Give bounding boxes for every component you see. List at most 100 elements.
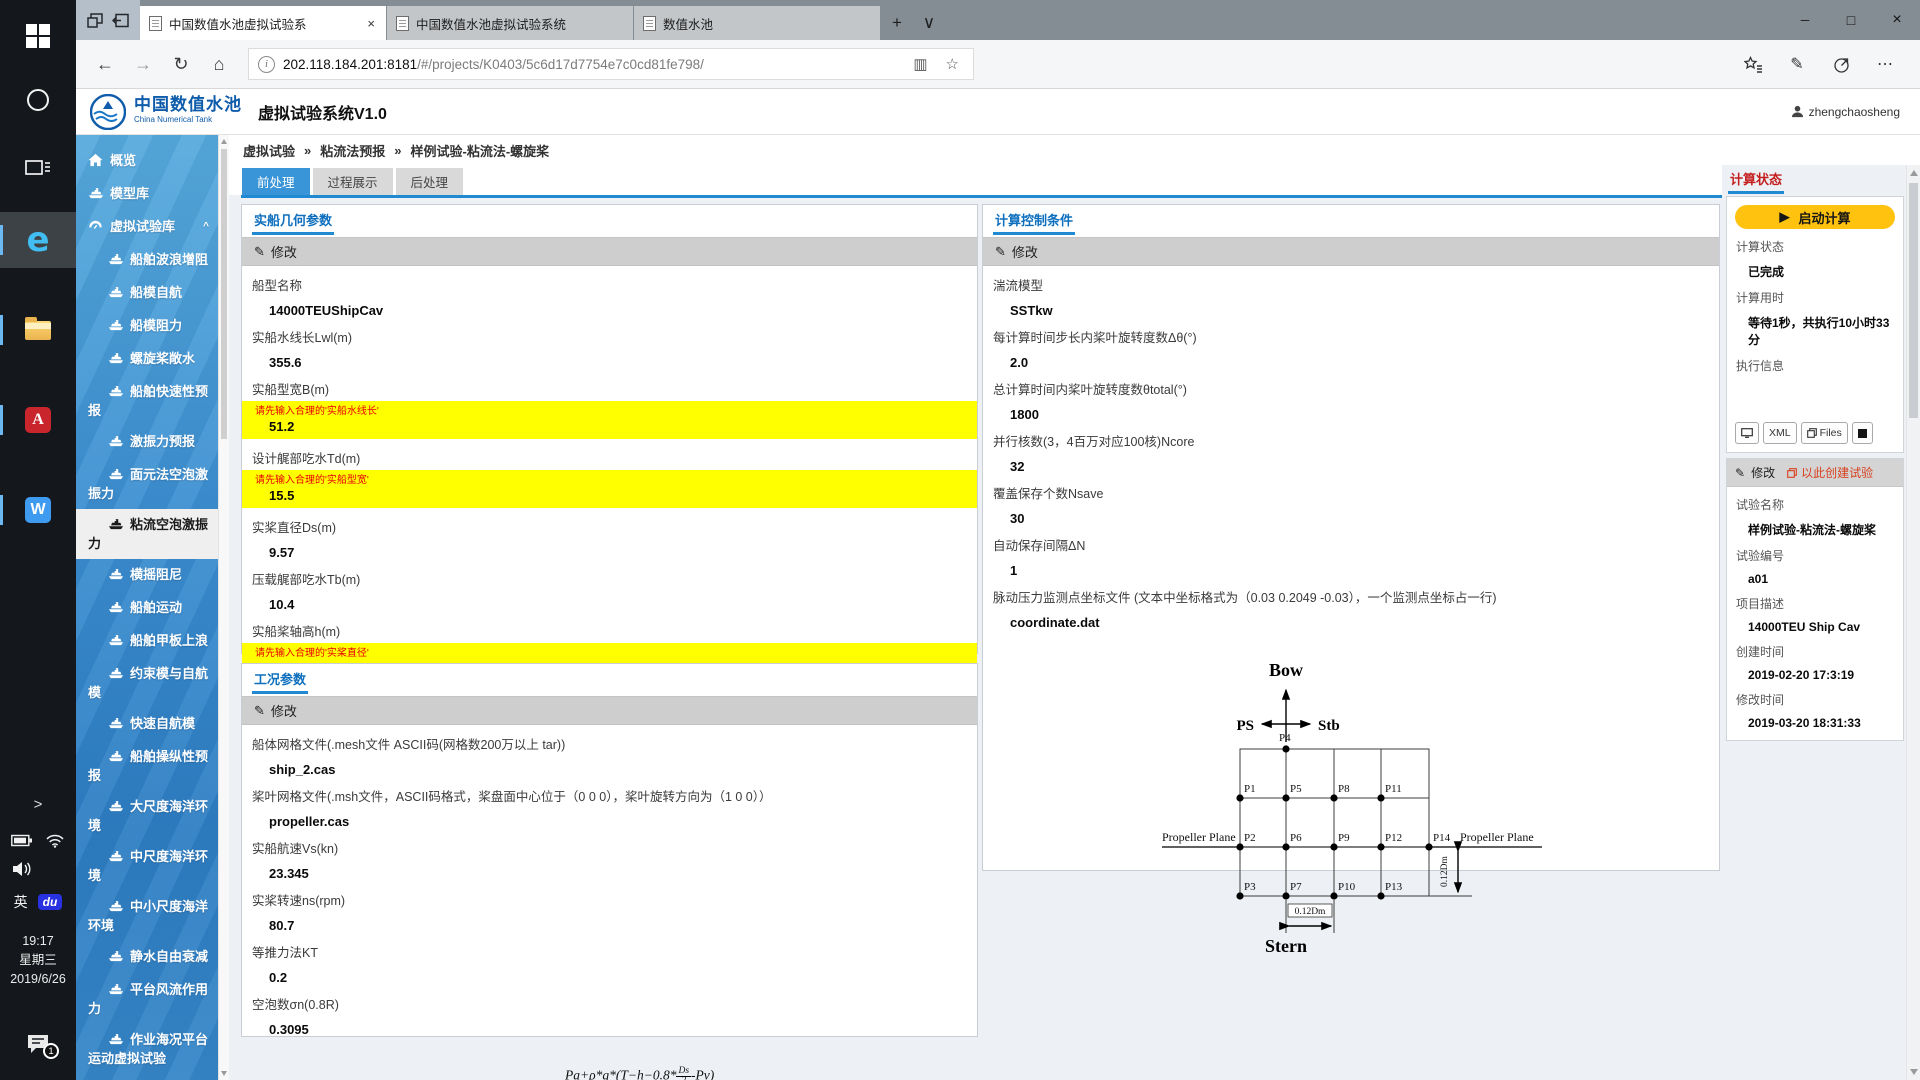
edit-button[interactable]: ✎ 修改 [1735, 464, 1775, 481]
breadcrumb-item[interactable]: 虚拟试验 [243, 141, 295, 160]
field-value[interactable]: 2.0 [1010, 355, 1709, 370]
sidebar-item[interactable]: 面元法空泡激振力 [76, 459, 218, 509]
breadcrumb-item[interactable]: 样例试验-粘流法-螺旋桨 [411, 141, 550, 160]
sidebar-item[interactable]: 船舶快速性预报 [76, 376, 218, 426]
field-value[interactable]: 14000TEUShipCav [269, 303, 967, 318]
taskbar-explorer-button[interactable] [0, 302, 76, 358]
browser-tab[interactable]: 中国数值水池虚拟试验系统× [387, 6, 633, 40]
more-menu-icon[interactable]: ⋯ [1870, 47, 1900, 81]
field-value[interactable]: 9.57 [269, 545, 967, 560]
create-from-this-button[interactable]: 以此创建试验 [1787, 464, 1873, 481]
minimize-button[interactable]: ─ [1782, 0, 1828, 40]
field-value[interactable]: coordinate.dat [1010, 615, 1709, 630]
back-button[interactable]: ← [86, 45, 124, 83]
stage-tab[interactable]: 前处理 [242, 168, 310, 195]
hub-favorites-icon[interactable] [1738, 47, 1768, 81]
scroll-thumb[interactable] [1909, 183, 1918, 418]
sidebar-item[interactable]: 中尺度海洋环境 [76, 841, 218, 891]
sidebar-item[interactable]: 船舶运动 [76, 592, 218, 625]
sidebar-item[interactable]: 快速自航模 [76, 708, 218, 741]
stage-tab[interactable]: 过程展示 [312, 168, 393, 195]
sidebar-item[interactable]: 极限海况平台运动虚拟试验 [76, 1074, 218, 1080]
tab-close-icon[interactable]: × [365, 16, 377, 31]
taskbar-clock[interactable]: 19:17 星期三 2019/6/26 [0, 932, 76, 989]
field-value[interactable]: 10.4 [269, 597, 967, 612]
sidebar-scrollbar[interactable] [218, 135, 229, 1080]
sidebar-item[interactable]: 虚拟试验库 ^ [76, 211, 218, 244]
sidebar-item[interactable]: 船舶操纵性预报 [76, 741, 218, 791]
field-value[interactable]: 51.2 [269, 419, 967, 434]
start-calculation-button[interactable]: ▶ 启动计算 [1735, 205, 1895, 229]
favorite-star-icon[interactable]: ☆ [941, 55, 964, 73]
field-value[interactable]: 1 [1010, 563, 1709, 578]
taskbar-wps-button[interactable]: W [0, 482, 76, 538]
field-value[interactable]: 30 [1010, 511, 1709, 526]
sidebar-item[interactable]: 船舶甲板上浪 [76, 625, 218, 658]
edit-button[interactable]: ✎ 修改 [995, 242, 1038, 261]
web-note-pen-icon[interactable]: ✎ [1782, 47, 1812, 81]
forward-button[interactable]: → [124, 45, 162, 83]
task-view-button[interactable] [0, 140, 76, 196]
refresh-button[interactable]: ↻ [162, 45, 200, 83]
scroll-down-icon[interactable] [221, 1071, 227, 1076]
url-input[interactable]: i 202.118.184.201:8181/#/projects/K0403/… [248, 48, 974, 80]
edit-button[interactable]: ✎ 修改 [254, 242, 297, 261]
baidu-ime-icon[interactable]: du [37, 894, 63, 910]
sidebar-item[interactable]: 作业海况平台运动虚拟试验 [76, 1024, 218, 1074]
sidebar-item[interactable]: 粘流空泡激振力 [76, 509, 218, 559]
scroll-up-icon[interactable] [1910, 170, 1918, 176]
sidebar-item[interactable]: 横摇阻尼 [76, 559, 218, 592]
field-value[interactable]: propeller.cas [269, 814, 967, 829]
home-button[interactable]: ⌂ [200, 45, 238, 83]
field-value[interactable]: 0.2 [269, 970, 967, 985]
ime-lang-indicator[interactable]: 英 [14, 892, 28, 912]
sidebar-item[interactable]: 中小尺度海洋环境 [76, 891, 218, 941]
field-value[interactable]: 355.6 [269, 355, 967, 370]
sidebar-item[interactable]: 静水自由衰减 [76, 941, 218, 974]
maximize-button[interactable]: □ [1828, 0, 1874, 40]
tray-expand-button[interactable]: > [0, 790, 76, 818]
sidebar-item[interactable]: 激振力预报 [76, 426, 218, 459]
collapse-caret-icon[interactable]: ^ [203, 218, 209, 235]
field-value[interactable]: ship_2.cas [269, 762, 967, 777]
sidebar-item[interactable]: 螺旋桨敞水 [76, 343, 218, 376]
breadcrumb-item[interactable]: » [304, 143, 311, 158]
field-value[interactable]: 23.345 [269, 866, 967, 881]
browser-tab[interactable]: 数值水池× [634, 6, 880, 40]
page-scrollbar[interactable] [1906, 165, 1920, 1080]
stage-tab[interactable]: 后处理 [395, 168, 464, 195]
taskbar-edge-button[interactable]: e [0, 212, 76, 268]
tab-menu-button[interactable]: ∨ [913, 6, 945, 40]
sidebar-item[interactable]: 平台风流作用力 [76, 974, 218, 1024]
breadcrumb-item[interactable]: 粘流法预报 [320, 141, 385, 160]
field-value[interactable]: 0.3095 [269, 1022, 967, 1037]
breadcrumb-item[interactable]: » [394, 143, 401, 158]
tray-volume[interactable] [0, 856, 76, 882]
start-button[interactable] [0, 8, 76, 64]
sidebar-item[interactable]: 船模阻力 [76, 310, 218, 343]
console-button[interactable] [1735, 422, 1759, 444]
tabs-preview-icon[interactable] [112, 13, 129, 28]
field-value[interactable]: 32 [1010, 459, 1709, 474]
close-button[interactable]: × [1874, 0, 1920, 40]
scroll-down-icon[interactable] [1910, 1069, 1918, 1075]
cortana-button[interactable] [0, 72, 76, 128]
field-value[interactable]: 15.5 [269, 488, 967, 503]
sidebar-item[interactable]: 约束模与自航模 [76, 658, 218, 708]
edit-button[interactable]: ✎ 修改 [254, 701, 297, 720]
sidebar-item[interactable]: 船模自航 [76, 277, 218, 310]
field-value[interactable]: SSTkw [1010, 303, 1709, 318]
sidebar-item[interactable]: 船舶波浪增阻 [76, 244, 218, 277]
site-info-icon[interactable]: i [258, 55, 275, 73]
wifi-icon[interactable] [45, 833, 65, 848]
reading-view-icon[interactable]: ▥ [908, 55, 932, 73]
action-center-button[interactable]: 1 [0, 1022, 76, 1066]
sidebar-item[interactable]: 模型库 [76, 178, 218, 211]
browser-tab[interactable]: 中国数值水池虚拟试验系 × [140, 6, 386, 40]
battery-icon[interactable] [11, 834, 33, 847]
stop-button[interactable] [1851, 422, 1873, 444]
set-tabs-aside-icon[interactable] [87, 12, 103, 28]
field-value[interactable]: 1800 [1010, 407, 1709, 422]
new-tab-button[interactable]: + [881, 6, 913, 40]
user-menu[interactable]: zhengchaosheng [1791, 105, 1900, 119]
